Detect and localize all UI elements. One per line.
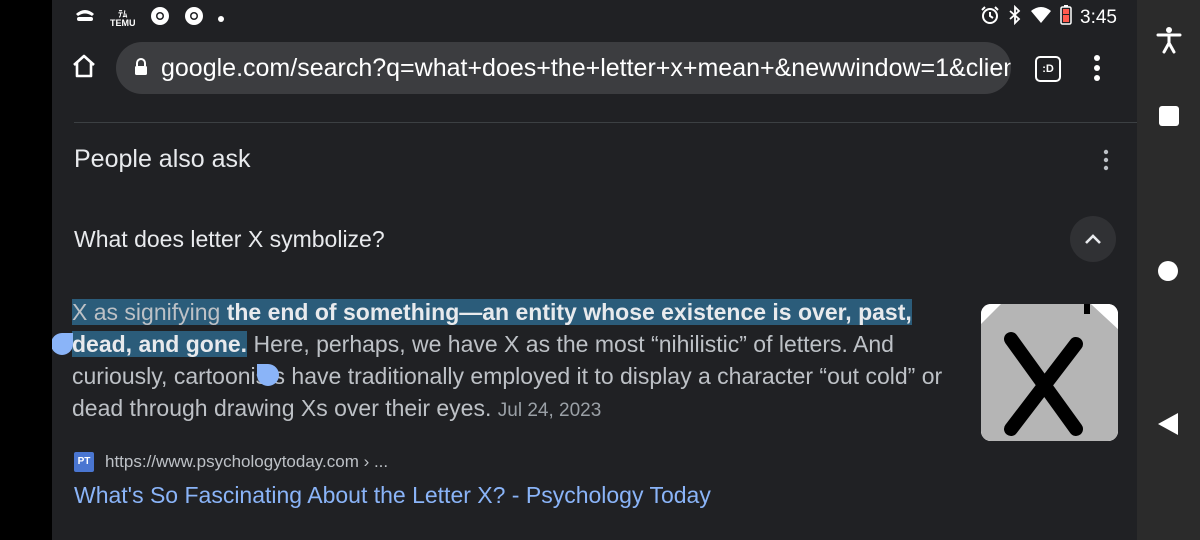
source-url[interactable]: https://www.psychologytoday.com › ...: [105, 452, 388, 472]
question-text[interactable]: What does letter X symbolize?: [74, 226, 385, 253]
bluetooth-icon: [1008, 4, 1022, 30]
chrome-icon: [184, 6, 204, 31]
back-icon[interactable]: [1157, 412, 1179, 441]
tab-switcher-button[interactable]: :D: [1035, 56, 1061, 82]
android-nav-bar: [1137, 0, 1200, 540]
result-thumbnail[interactable]: [981, 304, 1118, 441]
notification-dot: [217, 15, 224, 22]
wifi-icon: [1030, 6, 1052, 29]
temu-label: TEMU: [110, 17, 136, 28]
selected-text: X as signifying: [72, 299, 227, 325]
browser-toolbar: google.com/search?q=what+does+the+letter…: [52, 34, 1137, 104]
chrome-icon: [150, 6, 170, 31]
more-vert-icon[interactable]: [1102, 148, 1110, 177]
left-bezel: [0, 0, 52, 540]
app-icon: [74, 8, 96, 29]
recents-icon[interactable]: [1158, 105, 1180, 132]
chevron-up-icon: [1085, 234, 1101, 244]
address-bar[interactable]: google.com/search?q=what+does+the+letter…: [116, 42, 1011, 94]
more-options-icon[interactable]: [1092, 54, 1102, 87]
selection-handle-start[interactable]: [52, 333, 73, 355]
collapse-button[interactable]: [1070, 216, 1116, 262]
home-icon[interactable]: [70, 52, 98, 85]
clock: 3:45: [1080, 6, 1117, 28]
temu-icon: ﾃﾑ TEMU: [110, 9, 136, 28]
alarm-icon: [980, 5, 1000, 30]
home-circle-icon[interactable]: [1157, 260, 1179, 287]
lock-icon[interactable]: [134, 58, 148, 81]
result-title-link[interactable]: What's So Fascinating About the Letter X…: [74, 482, 711, 509]
battery-icon: [1060, 5, 1072, 30]
selection-handle-end[interactable]: [257, 364, 279, 386]
answer-snippet: X as signifying the end of something—an …: [72, 296, 952, 427]
answer-date: Jul 24, 2023: [497, 400, 602, 421]
status-bar: ﾃﾑ TEMU 3:45: [52, 0, 1137, 34]
accessibility-icon[interactable]: [1155, 26, 1183, 59]
people-also-ask-heading: People also ask: [74, 145, 251, 173]
url-text[interactable]: google.com/search?q=what+does+the+letter…: [161, 54, 1011, 83]
divider: [74, 122, 1137, 123]
source-favicon: PT: [74, 452, 94, 472]
browser-screen: ﾃﾑ TEMU 3:45 google.com/search?q=what+do…: [52, 0, 1137, 540]
